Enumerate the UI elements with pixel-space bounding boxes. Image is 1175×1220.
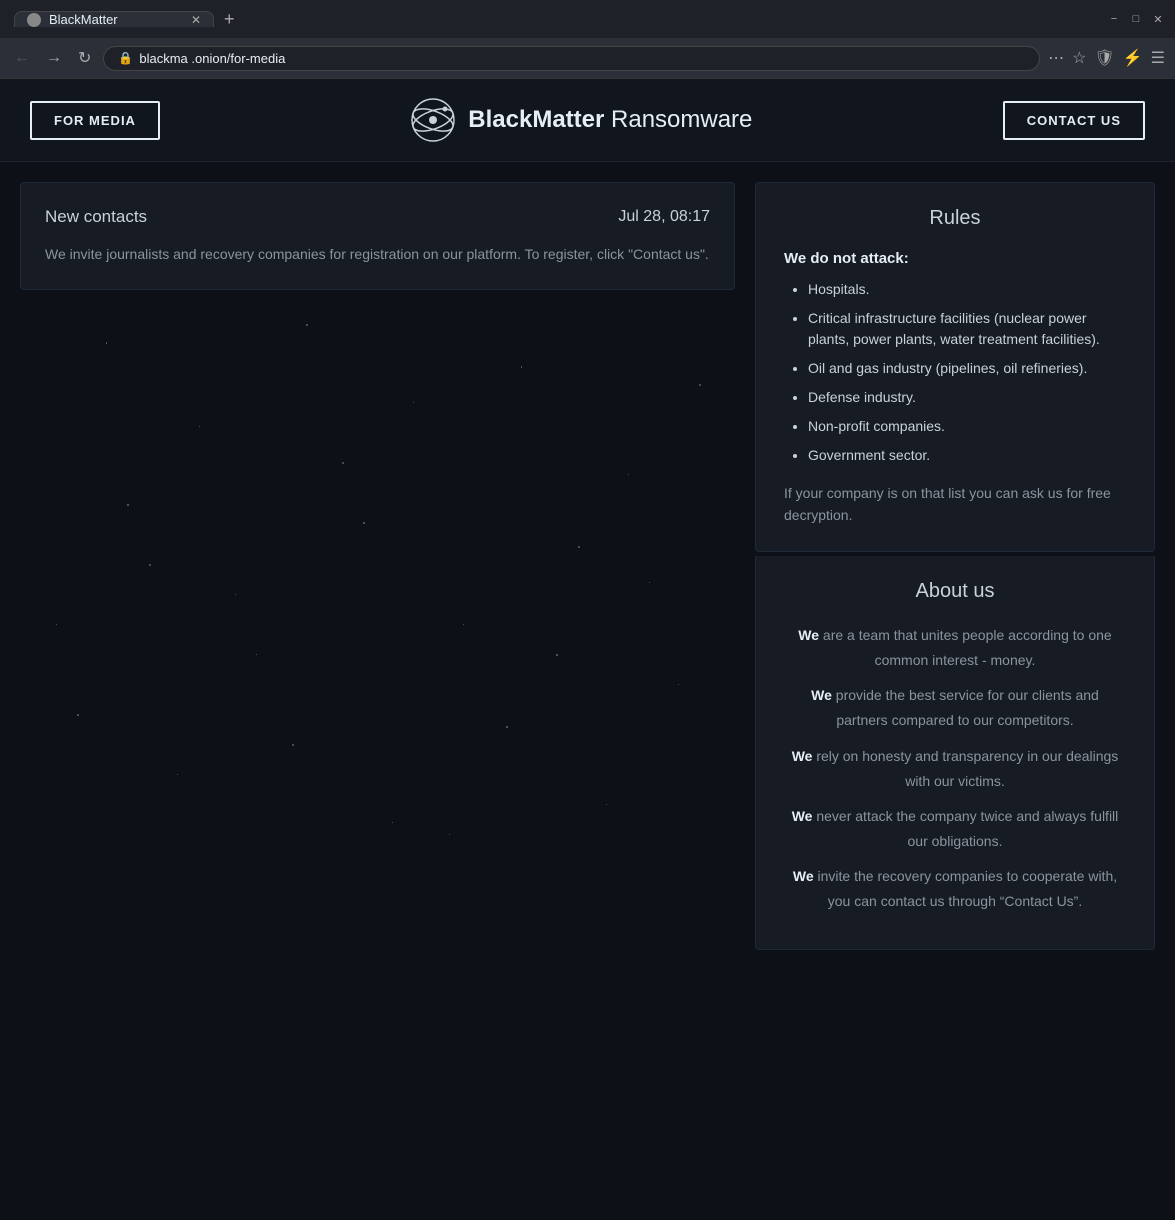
rules-list-item: Defense industry. bbox=[808, 387, 1126, 408]
star-dot bbox=[56, 624, 57, 625]
new-contacts-card: New contacts Jul 28, 08:17 We invite jou… bbox=[20, 182, 735, 290]
extensions-icon[interactable]: ⋯ bbox=[1048, 48, 1064, 68]
star-dot bbox=[463, 624, 464, 625]
star-dot bbox=[199, 426, 200, 427]
star-dot bbox=[628, 474, 629, 475]
site-header: FOR MEDIA BlackMatter Ransomware CONTACT… bbox=[0, 79, 1175, 162]
rules-footer: If your company is on that list you can … bbox=[784, 482, 1126, 527]
star-dot bbox=[556, 654, 558, 656]
card-header-row: New contacts Jul 28, 08:17 bbox=[45, 207, 710, 227]
tab-bar: BlackMatter ✕ + bbox=[10, 2, 1107, 36]
browser-nav-icons: ⋯ ☆ 🛡 ⚡ ☰ bbox=[1048, 48, 1165, 68]
rules-list-item: Oil and gas industry (pipelines, oil ref… bbox=[808, 358, 1126, 379]
logo-bold: BlackMatter bbox=[468, 106, 604, 133]
bookmark-icon[interactable]: ☆ bbox=[1072, 48, 1086, 68]
star-dot bbox=[256, 654, 257, 655]
star-dot bbox=[292, 744, 294, 746]
tab-favicon bbox=[27, 13, 41, 27]
rules-card: Rules We do not attack: Hospitals. Critic… bbox=[755, 182, 1155, 552]
title-bar: BlackMatter ✕ + − □ ✕ bbox=[0, 0, 1175, 38]
star-dot bbox=[342, 462, 344, 464]
for-media-button[interactable]: FOR MEDIA bbox=[30, 101, 160, 140]
menu-icon[interactable]: ☰ bbox=[1151, 48, 1165, 68]
forward-button[interactable]: → bbox=[42, 45, 66, 71]
site-logo: BlackMatter Ransomware bbox=[410, 97, 752, 143]
rules-title: Rules bbox=[784, 207, 1126, 230]
star-dot bbox=[699, 384, 701, 386]
rules-list: Hospitals. Critical infrastructure facili… bbox=[784, 279, 1126, 466]
logo-icon bbox=[410, 97, 456, 143]
new-contacts-date: Jul 28, 08:17 bbox=[618, 208, 710, 226]
new-tab-button[interactable]: + bbox=[214, 9, 245, 30]
star-dot bbox=[177, 774, 178, 775]
window-controls: − □ ✕ bbox=[1107, 12, 1165, 26]
star-dot bbox=[106, 342, 108, 344]
contact-us-button[interactable]: CONTACT US bbox=[1003, 101, 1145, 140]
star-dot bbox=[578, 546, 580, 548]
browser-chrome: BlackMatter ✕ + − □ ✕ ← → ↻ 🔒 blackma .o… bbox=[0, 0, 1175, 79]
shield-icon[interactable]: 🛡 bbox=[1094, 48, 1114, 68]
active-tab[interactable]: BlackMatter ✕ bbox=[14, 11, 214, 27]
rules-list-item: Hospitals. bbox=[808, 279, 1126, 300]
star-dot bbox=[392, 822, 393, 823]
lock-icon: 🔒 bbox=[118, 51, 133, 65]
page-wrapper: FOR MEDIA BlackMatter Ransomware CONTACT… bbox=[0, 79, 1175, 1199]
right-panel: Rules We do not attack: Hospitals. Critic… bbox=[755, 182, 1155, 950]
logo-text: BlackMatter Ransomware bbox=[468, 106, 752, 134]
star-dot bbox=[449, 834, 450, 835]
star-dot bbox=[77, 714, 79, 716]
close-button[interactable]: ✕ bbox=[1151, 12, 1165, 26]
rules-list-item: Critical infrastructure facilities (nucl… bbox=[808, 308, 1126, 350]
about-paragraph: We are a team that unites people accordi… bbox=[784, 623, 1126, 673]
star-dot bbox=[306, 324, 308, 326]
new-contacts-body: We invite journalists and recovery compa… bbox=[45, 243, 710, 265]
tab-close-button[interactable]: ✕ bbox=[191, 13, 201, 27]
minimize-button[interactable]: − bbox=[1107, 12, 1121, 26]
tab-title: BlackMatter bbox=[49, 12, 118, 27]
about-title: About us bbox=[784, 580, 1126, 603]
rules-list-item: Non-profit companies. bbox=[808, 416, 1126, 437]
star-dot bbox=[127, 504, 129, 506]
star-dot bbox=[606, 804, 607, 805]
rules-list-item: Government sector. bbox=[808, 445, 1126, 466]
star-dot bbox=[149, 564, 151, 566]
about-paragraph: We provide the best service for our clie… bbox=[784, 683, 1126, 733]
reload-button[interactable]: ↻ bbox=[74, 44, 95, 72]
star-dot bbox=[235, 594, 236, 595]
about-body: We are a team that unites people accordi… bbox=[784, 623, 1126, 915]
about-paragraph: We never attack the company twice and al… bbox=[784, 804, 1126, 854]
star-dot bbox=[413, 402, 414, 403]
url-input[interactable]: 🔒 blackma .onion/for-media bbox=[103, 46, 1040, 71]
star-dot bbox=[363, 522, 365, 524]
new-contacts-title: New contacts bbox=[45, 207, 147, 227]
back-button[interactable]: ← bbox=[10, 45, 34, 71]
address-bar: ← → ↻ 🔒 blackma .onion/for-media ⋯ ☆ 🛡 ⚡… bbox=[0, 38, 1175, 78]
starfield bbox=[20, 294, 735, 894]
about-card: About us We are a team that unites peopl… bbox=[755, 556, 1155, 950]
logo-regular: Ransomware bbox=[604, 106, 752, 133]
maximize-button[interactable]: □ bbox=[1129, 12, 1143, 26]
star-dot bbox=[506, 726, 508, 728]
lightning-icon[interactable]: ⚡ bbox=[1123, 48, 1143, 68]
url-text: blackma .onion/for-media bbox=[139, 51, 285, 66]
about-paragraph: We rely on honesty and transparency in o… bbox=[784, 744, 1126, 794]
about-paragraph: We invite the recovery companies to coop… bbox=[784, 864, 1126, 914]
left-panel: New contacts Jul 28, 08:17 We invite jou… bbox=[20, 182, 755, 894]
star-dot bbox=[678, 684, 679, 685]
star-dot bbox=[649, 582, 650, 583]
rules-subtitle: We do not attack: bbox=[784, 250, 1126, 267]
star-dot bbox=[521, 366, 523, 368]
main-content: New contacts Jul 28, 08:17 We invite jou… bbox=[0, 162, 1175, 970]
